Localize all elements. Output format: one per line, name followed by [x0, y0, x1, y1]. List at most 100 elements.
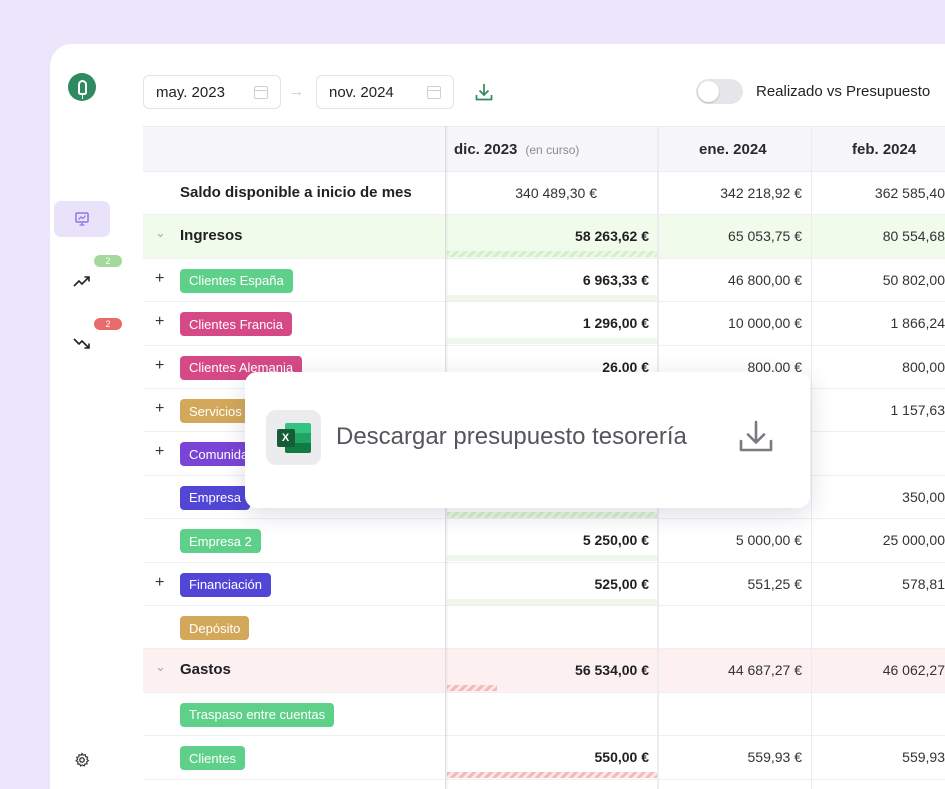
progress-bar	[447, 294, 657, 301]
realizado-vs-presupuesto-toggle[interactable]	[696, 79, 743, 104]
toolbar: may. 2023 → nov. 2024 Realizado vs Presu…	[143, 75, 945, 109]
start-date-value: may. 2023	[156, 83, 225, 101]
cell-dic-2023: 5 250,00 €	[582, 532, 649, 549]
chevron-down-icon[interactable]: ⌄	[155, 659, 166, 675]
cell-ene-2024: 551,25 €	[747, 575, 803, 592]
column-header-ene-2024[interactable]: ene. 2024	[699, 141, 767, 158]
download-budget-popup[interactable]: X Descargar presupuesto tesorería	[245, 372, 810, 508]
row-label: Saldo disponible a inicio de mes	[180, 184, 412, 201]
cell-dic-2023: 56 534,00 €	[575, 662, 649, 679]
download-icon[interactable]	[473, 81, 495, 103]
current-month-note: (en curso)	[525, 143, 580, 157]
table-row[interactable]: + Financiación 525,00 € 551,25 € 578,81	[143, 563, 945, 606]
expense-count-badge: 2	[94, 318, 122, 330]
expand-plus-icon[interactable]: +	[155, 574, 164, 592]
cell-ene-2024: 65 053,75 €	[728, 228, 802, 245]
table-row: Saldo disponible a inicio de mes 340 489…	[143, 172, 945, 216]
toggle-knob	[698, 81, 719, 102]
start-date-picker[interactable]: may. 2023	[143, 75, 281, 109]
download-icon[interactable]	[735, 416, 777, 458]
cell-ene-2024: 44 687,27 €	[728, 662, 802, 679]
cell-dic-2023: 525,00 €	[594, 575, 650, 592]
chevron-down-icon[interactable]: ⌄	[155, 225, 166, 241]
cell-feb-2024: 362 585,40	[874, 185, 945, 201]
cell-ene-2024: 5 000,00 €	[735, 532, 802, 549]
gear-icon	[75, 752, 90, 767]
expand-plus-icon[interactable]: +	[155, 443, 164, 461]
cell-dic-2023: 6 963,33 €	[582, 271, 649, 288]
progress-bar	[447, 251, 657, 258]
income-count-badge: 2	[94, 255, 122, 267]
settings-button[interactable]	[72, 750, 92, 770]
cell-dic-2023: 550,00 €	[594, 749, 650, 766]
cell-feb-2024: 578,81	[902, 575, 945, 592]
table-row[interactable]: Clientes 550,00 € 559,93 € 559,93	[143, 736, 945, 780]
cell-dic-2023: 58 263,62 €	[575, 228, 649, 245]
cell-ene-2024: 10 000,00 €	[728, 315, 802, 332]
popup-title: Descargar presupuesto tesorería	[336, 423, 687, 450]
table-row-gastos[interactable]: ⌄ Gastos 56 534,00 € 44 687,27 € 46 062,…	[143, 649, 945, 693]
progress-bar	[447, 598, 657, 605]
calendar-icon	[427, 86, 441, 99]
expand-plus-icon[interactable]: +	[155, 357, 164, 375]
progress-bar	[447, 338, 657, 345]
sidebar-item-income[interactable]: 2	[54, 255, 122, 299]
end-date-picker[interactable]: nov. 2024	[316, 75, 454, 109]
category-tag[interactable]: Financiación	[180, 572, 271, 597]
cell-feb-2024: 80 554,68	[882, 228, 945, 245]
column-divider	[811, 126, 812, 789]
column-header-feb-2024[interactable]: feb. 2024	[852, 141, 916, 158]
trending-down-icon	[73, 338, 90, 349]
column-header-label: dic. 2023	[454, 141, 518, 158]
cell-feb-2024: 1 157,63	[890, 402, 945, 418]
table-row[interactable]: Empresa 2 5 250,00 € 5 000,00 € 25 000,0…	[143, 519, 945, 563]
cell-feb-2024: 800,00	[902, 358, 945, 375]
trending-up-icon	[73, 276, 90, 287]
table-row[interactable]: Traspaso entre cuentas	[143, 693, 945, 737]
table-row[interactable]: + Clientes España 6 963,33 € 46 800,00 €…	[143, 259, 945, 303]
cell-ene-2024: 559,93 €	[747, 749, 803, 766]
excel-sheet: X	[276, 422, 311, 453]
expand-plus-icon[interactable]: +	[155, 270, 164, 288]
category-tag[interactable]: Clientes España	[180, 268, 293, 293]
cell-feb-2024: 25 000,00	[882, 532, 945, 549]
presentation-chart-icon	[75, 212, 89, 226]
progress-bar	[447, 555, 657, 562]
category-tag[interactable]: Depósito	[180, 616, 250, 640]
sidebar-item-dashboard[interactable]	[54, 201, 110, 237]
logo-icon	[77, 79, 87, 99]
table-row[interactable]: Depósito	[143, 606, 945, 650]
table-header: dic. 2023 (en curso) ene. 2024 feb. 2024	[143, 126, 945, 172]
column-header-dic-2023[interactable]: dic. 2023 (en curso)	[454, 141, 579, 158]
arrow-right-icon: →	[289, 83, 304, 100]
sidebar-item-expenses[interactable]: 2	[54, 318, 122, 362]
cell-feb-2024: 46 062,27	[882, 662, 945, 679]
sidebar: 2 2	[50, 44, 143, 789]
row-label: Ingresos	[180, 227, 243, 245]
category-tag[interactable]: Clientes	[180, 746, 245, 771]
cell-ene-2024: 342 218,92 €	[720, 185, 802, 201]
cell-feb-2024: 1 866,24	[890, 315, 945, 332]
cell-feb-2024: 350,00	[902, 488, 945, 505]
expand-plus-icon[interactable]: +	[155, 400, 164, 418]
table-row-ingresos[interactable]: ⌄ Ingresos 58 263,62 € 65 053,75 € 80 55…	[143, 215, 945, 259]
cell-dic-2023: 340 489,30 €	[515, 185, 597, 201]
progress-bar	[447, 772, 657, 779]
table-row[interactable]: + Clientes Francia 1 296,00 € 10 000,00 …	[143, 302, 945, 346]
excel-letter: X	[276, 428, 295, 447]
category-tag[interactable]: Clientes Francia	[180, 312, 292, 337]
cell-ene-2024: 46 800,00 €	[728, 271, 802, 288]
toggle-label: Realizado vs Presupuesto	[756, 83, 931, 100]
category-tag[interactable]: Servicios	[180, 399, 251, 423]
excel-icon: X	[266, 410, 321, 465]
category-tag[interactable]: Empresa 2	[180, 529, 261, 554]
category-tag[interactable]: Traspaso entre cuentas	[180, 702, 335, 727]
progress-bar	[447, 511, 657, 518]
category-tag[interactable]: Empresa	[180, 485, 251, 510]
app-logo[interactable]	[68, 73, 96, 101]
end-date-value: nov. 2024	[329, 83, 394, 101]
cell-feb-2024: 559,93	[902, 749, 945, 766]
expand-plus-icon[interactable]: +	[155, 313, 164, 331]
row-label: Gastos	[180, 661, 231, 679]
cell-dic-2023: 1 296,00 €	[582, 315, 649, 332]
